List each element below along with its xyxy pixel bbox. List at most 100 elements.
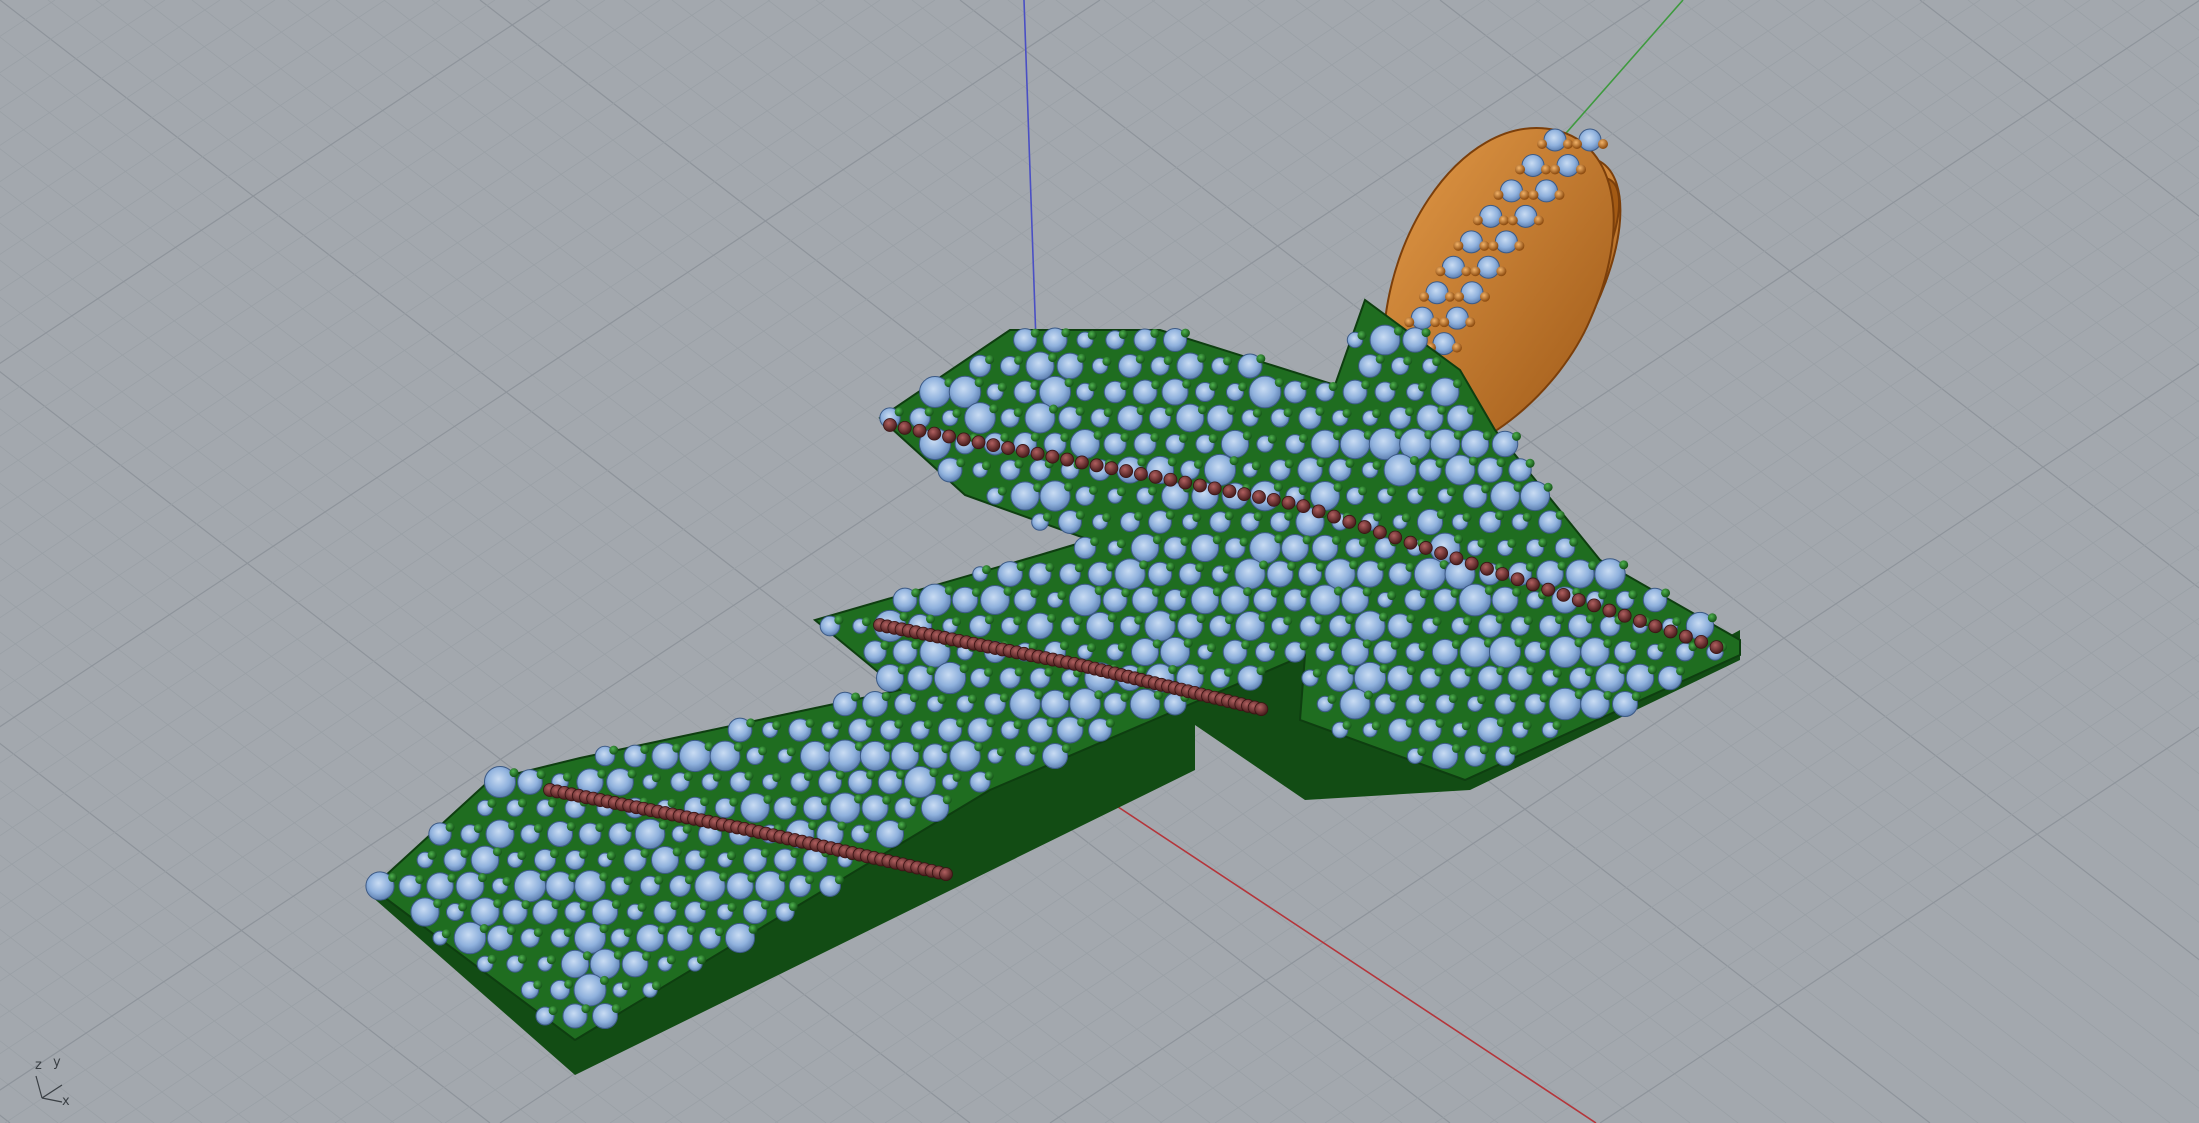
prong (941, 744, 951, 754)
prong (1136, 406, 1146, 416)
ring-prong (1563, 139, 1573, 149)
prong (1342, 408, 1352, 418)
gizmo-z-label: z (35, 1058, 42, 1073)
ruby-stone (986, 438, 1001, 453)
ring-stone (1441, 255, 1465, 279)
prong (1569, 537, 1579, 547)
grid-line (0, 0, 276, 183)
prong (1116, 487, 1126, 497)
ring-stone (1521, 153, 1545, 177)
ruby-stone (1617, 608, 1632, 623)
prong (1387, 591, 1397, 601)
prong (1393, 326, 1403, 336)
prong (595, 822, 605, 832)
prong (1064, 482, 1074, 492)
prong (1166, 562, 1176, 572)
grid-line (0, 0, 496, 328)
prong (1672, 616, 1682, 626)
prong (611, 899, 621, 909)
prong (952, 772, 962, 782)
prong (727, 851, 737, 861)
prong (533, 823, 543, 833)
prong (1435, 718, 1445, 728)
prong (760, 848, 770, 858)
prong (834, 875, 844, 885)
prong (1075, 406, 1085, 416)
prong (508, 821, 518, 831)
prong (1152, 639, 1162, 649)
perspective-viewport[interactable]: z y x (0, 0, 2199, 1123)
grid-line (0, 1003, 155, 1123)
ring-prong (1554, 189, 1565, 200)
prong (1274, 534, 1284, 544)
prong (1619, 560, 1629, 570)
prong (684, 875, 694, 885)
ruby-stone (1694, 634, 1709, 649)
ruby-stone (1464, 556, 1479, 571)
prong (1256, 666, 1266, 676)
ruby-stone (1222, 484, 1237, 499)
prong (1121, 588, 1131, 598)
prong (863, 824, 873, 834)
prong (1509, 745, 1519, 755)
prong (1182, 379, 1192, 389)
prong (1242, 431, 1252, 441)
prong (640, 744, 650, 754)
ruby-stone (1602, 603, 1617, 618)
prong (1105, 718, 1115, 728)
prong (1298, 486, 1308, 496)
prong (1496, 666, 1506, 676)
prong (820, 796, 830, 806)
prong (699, 849, 709, 859)
prong (546, 955, 556, 965)
prong (803, 771, 813, 781)
prong (1436, 509, 1446, 519)
prong (727, 902, 737, 912)
prong (1270, 588, 1280, 598)
prong (1657, 642, 1667, 652)
prong (700, 797, 710, 807)
prong (1312, 668, 1322, 678)
prong (1087, 643, 1097, 653)
prong (956, 458, 966, 468)
ring-stone (1556, 153, 1580, 177)
ruby-stone (1252, 490, 1266, 504)
prong (696, 955, 706, 965)
prong (1030, 328, 1040, 338)
prong (1552, 668, 1562, 678)
prong (1064, 378, 1074, 388)
prong (487, 954, 497, 964)
prong (1451, 743, 1461, 753)
prong (1432, 616, 1442, 626)
prong (597, 769, 607, 779)
prong (880, 640, 890, 650)
prong (1077, 353, 1087, 363)
prong (1451, 639, 1461, 649)
cross-pendant[interactable] (365, 298, 1741, 1075)
prong (1333, 431, 1343, 441)
prong (1284, 511, 1294, 521)
prong (788, 902, 798, 912)
prong (563, 928, 573, 938)
prong (1331, 535, 1341, 545)
prong (672, 847, 682, 857)
prong (1523, 615, 1533, 625)
prong (1315, 562, 1325, 572)
prong (861, 617, 871, 627)
prong (1134, 615, 1144, 625)
prong (458, 902, 468, 912)
prong (1387, 487, 1397, 497)
prong (487, 798, 497, 808)
prong (923, 719, 933, 729)
prong (1196, 614, 1206, 624)
scene-canvas[interactable] (0, 0, 2199, 1123)
prong (999, 693, 1009, 703)
gizmo-y-label: y (53, 1055, 61, 1070)
prong (1316, 458, 1326, 468)
grid-line (1775, 0, 2199, 329)
ruby-stone (1541, 582, 1556, 597)
prong (925, 614, 935, 624)
prong (1150, 328, 1160, 338)
prong (1647, 665, 1657, 675)
ring-prong (1404, 317, 1415, 328)
